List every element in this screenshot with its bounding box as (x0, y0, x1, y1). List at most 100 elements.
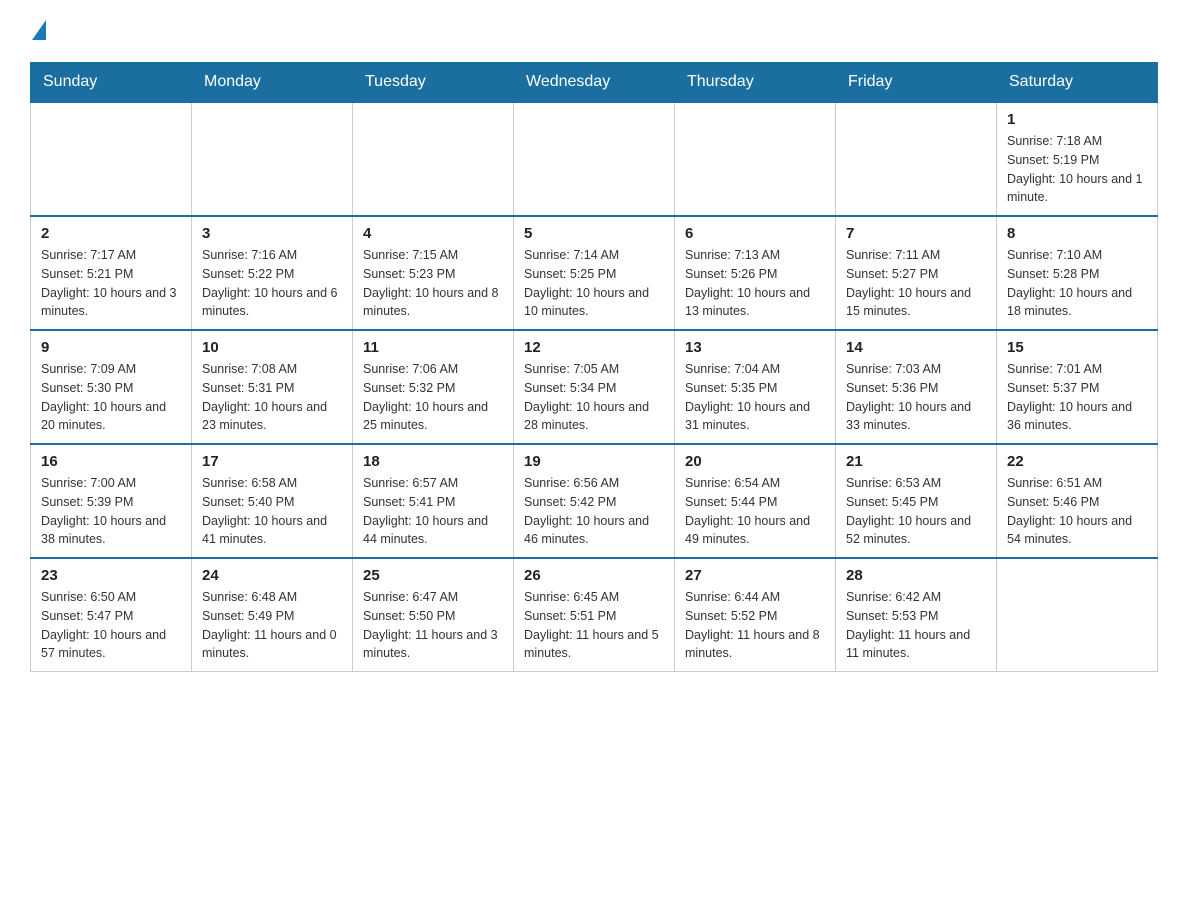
calendar-cell: 14 Sunrise: 7:03 AMSunset: 5:36 PMDayligh… (836, 330, 997, 444)
day-number: 11 (363, 339, 503, 356)
calendar-cell: 7 Sunrise: 7:11 AMSunset: 5:27 PMDaylight… (836, 216, 997, 330)
day-info: Sunrise: 7:18 AMSunset: 5:19 PMDaylight:… (1007, 132, 1147, 207)
day-info: Sunrise: 7:10 AMSunset: 5:28 PMDaylight:… (1007, 246, 1147, 321)
calendar-cell: 28 Sunrise: 6:42 AMSunset: 5:53 PMDayligh… (836, 558, 997, 672)
calendar-cell: 10 Sunrise: 7:08 AMSunset: 5:31 PMDayligh… (192, 330, 353, 444)
calendar-week-row: 9Sunrise: 7:09 AMSunset: 5:30 PMDaylight… (31, 330, 1158, 444)
calendar-cell: 15 Sunrise: 7:01 AMSunset: 5:37 PMDayligh… (997, 330, 1158, 444)
day-number: 5 (524, 225, 664, 242)
day-number: 28 (846, 567, 986, 584)
day-number: 15 (1007, 339, 1147, 356)
calendar-cell (353, 102, 514, 216)
calendar-cell: 8 Sunrise: 7:10 AMSunset: 5:28 PMDaylight… (997, 216, 1158, 330)
calendar-cell: 18 Sunrise: 6:57 AMSunset: 5:41 PMDayligh… (353, 444, 514, 558)
calendar-cell: 11 Sunrise: 7:06 AMSunset: 5:32 PMDayligh… (353, 330, 514, 444)
calendar-cell: 25 Sunrise: 6:47 AMSunset: 5:50 PMDayligh… (353, 558, 514, 672)
calendar-cell: 6 Sunrise: 7:13 AMSunset: 5:26 PMDaylight… (675, 216, 836, 330)
day-number: 20 (685, 453, 825, 470)
day-info: Sunrise: 6:50 AMSunset: 5:47 PMDaylight:… (41, 588, 181, 663)
calendar-cell: 23Sunrise: 6:50 AMSunset: 5:47 PMDayligh… (31, 558, 192, 672)
day-info: Sunrise: 6:45 AMSunset: 5:51 PMDaylight:… (524, 588, 664, 663)
logo-triangle-icon (32, 20, 46, 40)
calendar-cell: 27 Sunrise: 6:44 AMSunset: 5:52 PMDayligh… (675, 558, 836, 672)
calendar-cell (31, 102, 192, 216)
calendar-cell: 24Sunrise: 6:48 AMSunset: 5:49 PMDayligh… (192, 558, 353, 672)
day-info: Sunrise: 6:48 AMSunset: 5:49 PMDaylight:… (202, 588, 342, 663)
day-info: Sunrise: 7:11 AMSunset: 5:27 PMDaylight:… (846, 246, 986, 321)
calendar-cell: 3 Sunrise: 7:16 AMSunset: 5:22 PMDaylight… (192, 216, 353, 330)
calendar-week-row: 16Sunrise: 7:00 AMSunset: 5:39 PMDayligh… (31, 444, 1158, 558)
day-info: Sunrise: 7:04 AMSunset: 5:35 PMDaylight:… (685, 360, 825, 435)
day-info: Sunrise: 6:47 AMSunset: 5:50 PMDaylight:… (363, 588, 503, 663)
calendar-cell: 16Sunrise: 7:00 AMSunset: 5:39 PMDayligh… (31, 444, 192, 558)
day-info: Sunrise: 7:13 AMSunset: 5:26 PMDaylight:… (685, 246, 825, 321)
day-info: Sunrise: 7:03 AMSunset: 5:36 PMDaylight:… (846, 360, 986, 435)
calendar-cell: 9Sunrise: 7:09 AMSunset: 5:30 PMDaylight… (31, 330, 192, 444)
calendar-header-saturday: Saturday (997, 63, 1158, 103)
day-number: 14 (846, 339, 986, 356)
day-info: Sunrise: 6:54 AMSunset: 5:44 PMDaylight:… (685, 474, 825, 549)
day-number: 26 (524, 567, 664, 584)
day-number: 25 (363, 567, 503, 584)
calendar-cell: 4Sunrise: 7:15 AMSunset: 5:23 PMDaylight… (353, 216, 514, 330)
day-info: Sunrise: 6:42 AMSunset: 5:53 PMDaylight:… (846, 588, 986, 663)
calendar-header-monday: Monday (192, 63, 353, 103)
day-info: Sunrise: 7:08 AMSunset: 5:31 PMDaylight:… (202, 360, 342, 435)
calendar-header-friday: Friday (836, 63, 997, 103)
calendar-cell: 13 Sunrise: 7:04 AMSunset: 5:35 PMDayligh… (675, 330, 836, 444)
calendar-table: SundayMondayTuesdayWednesdayThursdayFrid… (30, 62, 1158, 672)
calendar-cell: 1 Sunrise: 7:18 AMSunset: 5:19 PMDaylight… (997, 102, 1158, 216)
day-number: 2 (41, 225, 181, 242)
day-info: Sunrise: 6:57 AMSunset: 5:41 PMDaylight:… (363, 474, 503, 549)
day-info: Sunrise: 6:53 AMSunset: 5:45 PMDaylight:… (846, 474, 986, 549)
day-number: 22 (1007, 453, 1147, 470)
calendar-week-row: 23Sunrise: 6:50 AMSunset: 5:47 PMDayligh… (31, 558, 1158, 672)
day-number: 17 (202, 453, 342, 470)
calendar-week-row: 2 Sunrise: 7:17 AMSunset: 5:21 PMDaylight… (31, 216, 1158, 330)
calendar-cell: 5 Sunrise: 7:14 AMSunset: 5:25 PMDaylight… (514, 216, 675, 330)
calendar-cell (836, 102, 997, 216)
calendar-cell: 17 Sunrise: 6:58 AMSunset: 5:40 PMDayligh… (192, 444, 353, 558)
calendar-cell: 26 Sunrise: 6:45 AMSunset: 5:51 PMDayligh… (514, 558, 675, 672)
day-number: 3 (202, 225, 342, 242)
day-number: 13 (685, 339, 825, 356)
day-info: Sunrise: 7:05 AMSunset: 5:34 PMDaylight:… (524, 360, 664, 435)
day-info: Sunrise: 7:06 AMSunset: 5:32 PMDaylight:… (363, 360, 503, 435)
day-number: 7 (846, 225, 986, 242)
day-number: 16 (41, 453, 181, 470)
day-info: Sunrise: 7:01 AMSunset: 5:37 PMDaylight:… (1007, 360, 1147, 435)
calendar-cell: 19 Sunrise: 6:56 AMSunset: 5:42 PMDayligh… (514, 444, 675, 558)
day-info: Sunrise: 6:58 AMSunset: 5:40 PMDaylight:… (202, 474, 342, 549)
calendar-header-sunday: Sunday (31, 63, 192, 103)
calendar-cell: 22 Sunrise: 6:51 AMSunset: 5:46 PMDayligh… (997, 444, 1158, 558)
calendar-header-wednesday: Wednesday (514, 63, 675, 103)
calendar-header-thursday: Thursday (675, 63, 836, 103)
calendar-cell: 12 Sunrise: 7:05 AMSunset: 5:34 PMDayligh… (514, 330, 675, 444)
day-info: Sunrise: 7:15 AMSunset: 5:23 PMDaylight:… (363, 246, 503, 321)
day-info: Sunrise: 6:56 AMSunset: 5:42 PMDaylight:… (524, 474, 664, 549)
day-number: 1 (1007, 111, 1147, 128)
day-number: 10 (202, 339, 342, 356)
day-number: 8 (1007, 225, 1147, 242)
day-number: 6 (685, 225, 825, 242)
day-number: 18 (363, 453, 503, 470)
day-info: Sunrise: 7:17 AMSunset: 5:21 PMDaylight:… (41, 246, 181, 321)
day-info: Sunrise: 7:09 AMSunset: 5:30 PMDaylight:… (41, 360, 181, 435)
calendar-cell (192, 102, 353, 216)
day-number: 12 (524, 339, 664, 356)
day-number: 27 (685, 567, 825, 584)
calendar-cell (675, 102, 836, 216)
calendar-cell: 21 Sunrise: 6:53 AMSunset: 5:45 PMDayligh… (836, 444, 997, 558)
day-number: 21 (846, 453, 986, 470)
day-info: Sunrise: 7:16 AMSunset: 5:22 PMDaylight:… (202, 246, 342, 321)
day-number: 19 (524, 453, 664, 470)
calendar-header-tuesday: Tuesday (353, 63, 514, 103)
calendar-cell (997, 558, 1158, 672)
day-info: Sunrise: 6:51 AMSunset: 5:46 PMDaylight:… (1007, 474, 1147, 549)
calendar-cell: 20 Sunrise: 6:54 AMSunset: 5:44 PMDayligh… (675, 444, 836, 558)
day-info: Sunrise: 7:14 AMSunset: 5:25 PMDaylight:… (524, 246, 664, 321)
calendar-week-row: 1 Sunrise: 7:18 AMSunset: 5:19 PMDaylight… (31, 102, 1158, 216)
day-info: Sunrise: 6:44 AMSunset: 5:52 PMDaylight:… (685, 588, 825, 663)
logo (30, 20, 46, 42)
calendar-header-row: SundayMondayTuesdayWednesdayThursdayFrid… (31, 63, 1158, 103)
